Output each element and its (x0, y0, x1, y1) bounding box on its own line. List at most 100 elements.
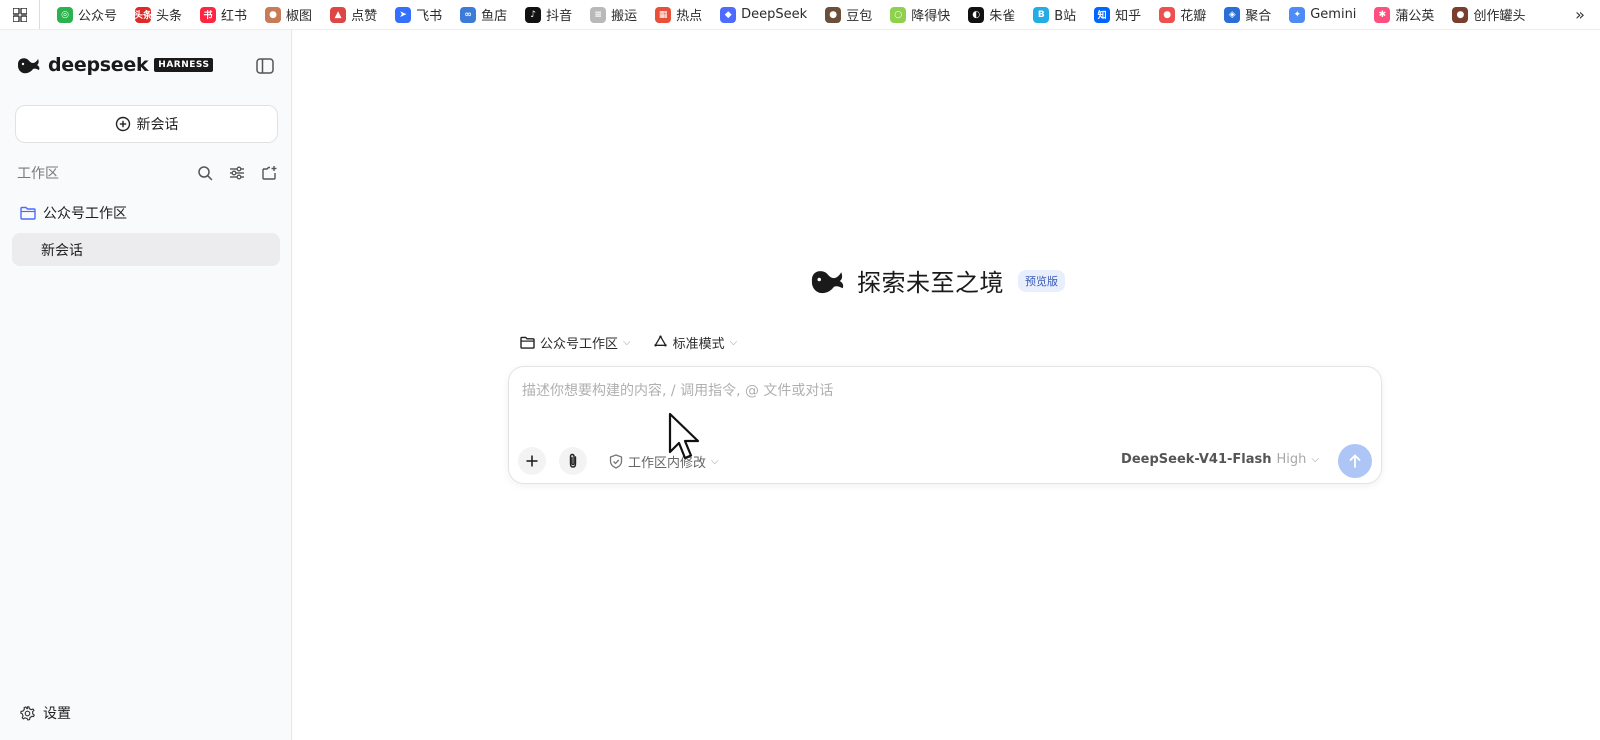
bookmark-favicon-icon: ● (265, 6, 282, 23)
bookmark-item[interactable]: ≡ 搬运 (581, 0, 646, 29)
bookmark-item[interactable]: ◈ 聚合 (1215, 0, 1280, 29)
folder-icon (20, 206, 36, 220)
bookmark-label: 头条 (156, 9, 183, 24)
chat-item-selected[interactable]: 新会话 (12, 233, 280, 266)
folder-label: 公众号工作区 (43, 206, 127, 222)
new-chat-button[interactable]: 新会话 (15, 105, 278, 143)
mode-selector[interactable]: 标准模式 ⌵ (653, 333, 738, 352)
bookmark-item[interactable]: ✱ 蒲公英 (1365, 0, 1443, 29)
plus-icon (526, 455, 538, 467)
bookmark-label: 蒲公英 (1395, 9, 1435, 24)
bookmark-item[interactable]: ● 创作罐头 (1443, 0, 1534, 29)
bookmark-favicon-icon: ∞ (460, 6, 477, 23)
whale-logo-icon (18, 58, 40, 74)
prompt-input[interactable] (522, 379, 1362, 403)
model-level: High (1276, 452, 1307, 467)
sidebar-toggle-icon[interactable] (254, 55, 276, 77)
bookmark-item[interactable]: ∞ 鱼店 (451, 0, 516, 29)
bookmark-item[interactable]: B B站 (1024, 0, 1085, 29)
brand-tag: HARNESS (154, 58, 214, 72)
bookmark-favicon-icon: ○ (890, 6, 907, 23)
filter-settings-icon[interactable] (227, 163, 247, 183)
new-folder-icon[interactable] (259, 163, 279, 183)
bookmark-item[interactable]: ● 椒图 (256, 0, 321, 29)
bookmark-item[interactable]: ♪ 抖音 (516, 0, 581, 29)
mouse-pointer-icon (668, 412, 700, 460)
bookmark-label: 朱雀 (989, 9, 1016, 24)
bookmark-item[interactable]: 知知乎 (1085, 0, 1150, 29)
bookmarks-more-icon[interactable]: » (1560, 0, 1600, 29)
attach-button[interactable] (559, 447, 587, 475)
composer-selectors: 公众号工作区 ⌵ 标准模式 ⌵ (520, 333, 737, 352)
bookmark-label: 抖音 (546, 9, 573, 24)
mode-selector-label: 标准模式 (672, 337, 725, 352)
bookmark-label: 豆包 (846, 9, 873, 24)
bookmark-favicon-icon: ♪ (525, 6, 542, 23)
bookmark-item[interactable]: ● 豆包 (816, 0, 881, 29)
bookmark-label: Gemini (1310, 7, 1357, 22)
workspace-selector-label: 公众号工作区 (540, 337, 619, 352)
apps-grid-icon[interactable] (0, 0, 40, 29)
bookmark-favicon-icon: ● (1159, 6, 1176, 23)
bookmark-label: 聚合 (1245, 9, 1272, 24)
permission-selector[interactable]: 工作区内修改 ⌵ (609, 452, 719, 471)
bookmark-favicon-icon: ◐ (968, 6, 985, 23)
shield-icon (609, 454, 623, 469)
new-chat-label: 新会话 (136, 117, 179, 133)
bookmark-label: 创作罐头 (1473, 9, 1526, 24)
settings-label: 设置 (43, 706, 71, 722)
bookmark-item[interactable]: ✦ Gemini (1280, 0, 1365, 29)
bookmark-label: 花瓣 (1180, 9, 1207, 24)
workspace-folder[interactable]: 公众号工作区 (20, 203, 127, 223)
hero-header: 探索未至之境 预览版 (809, 263, 1065, 298)
bookmark-label: 椒图 (286, 9, 313, 24)
bookmark-favicon-icon: ◈ (1224, 6, 1241, 23)
gear-icon (20, 705, 35, 721)
bookmark-favicon-icon: 知 (1094, 6, 1111, 23)
bookmark-list: ◎ 公众号 头条 头条书红书 ● 椒图 ▲ 点赞 ➤ 飞书 ∞ 鱼店 ♪ 抖音 ≡ 搬运 ▦ 热点 ◆ DeepSee… (40, 0, 1560, 29)
bookmark-label: 红书 (221, 9, 248, 24)
settings-button[interactable]: 设置 (19, 703, 71, 723)
bookmark-label: 降得快 (911, 9, 951, 24)
bookmark-favicon-icon: ● (825, 6, 842, 23)
send-button[interactable] (1338, 444, 1372, 478)
bookmark-item[interactable]: ▲ 点赞 (321, 0, 386, 29)
bookmark-favicon-icon: ◎ (57, 6, 73, 23)
arrow-up-icon (1349, 454, 1361, 468)
bookmark-label: 点赞 (351, 9, 378, 24)
bookmark-favicon-icon: B (1033, 6, 1050, 23)
bookmark-favicon-icon: ◆ (720, 6, 737, 23)
bookmarks-bar: ◎ 公众号 头条 头条书红书 ● 椒图 ▲ 点赞 ➤ 飞书 ∞ 鱼店 ♪ 抖音 ≡ 搬运 ▦ 热点 ◆ DeepSee… (0, 0, 1600, 30)
model-name: DeepSeek-V41-Flash (1121, 452, 1272, 467)
brand-name: deepseek (48, 54, 149, 76)
chevron-down-icon: ⌵ (711, 456, 719, 467)
bookmark-item[interactable]: 头条 头条 (126, 0, 191, 29)
bookmark-favicon-icon: 头条 (134, 6, 152, 23)
search-icon[interactable] (195, 163, 215, 183)
bookmark-favicon-icon: ▲ (330, 6, 347, 23)
model-selector[interactable]: DeepSeek-V41-Flash High ⌵ (1121, 452, 1319, 467)
bookmark-item[interactable]: ● 花瓣 (1150, 0, 1215, 29)
add-button[interactable] (518, 447, 546, 475)
bookmark-item[interactable]: ➤ 飞书 (386, 0, 451, 29)
bookmark-label: 热点 (676, 9, 703, 24)
bookmark-item[interactable]: ◆ DeepSeek (711, 0, 816, 29)
bookmark-label: 鱼店 (481, 9, 508, 24)
chevron-down-icon: ⌵ (729, 337, 738, 348)
bookmark-item[interactable]: ◐ 朱雀 (959, 0, 1024, 29)
bookmark-favicon-icon: ✱ (1374, 6, 1391, 23)
chat-item-label: 新会话 (41, 242, 83, 259)
bookmark-label: 公众号 (78, 9, 118, 24)
bookmark-item[interactable]: ○ 降得快 (881, 0, 959, 29)
bookmark-label: 搬运 (611, 9, 638, 24)
paperclip-icon (569, 453, 577, 468)
bookmark-item[interactable]: ◎ 公众号 (48, 0, 126, 29)
plus-circle-icon (115, 116, 130, 132)
workspace-selector[interactable]: 公众号工作区 ⌵ (520, 333, 631, 352)
bookmark-item[interactable]: 书红书 (191, 0, 256, 29)
bookmark-item[interactable]: ▦ 热点 (646, 0, 711, 29)
bookmark-favicon-icon: ✦ (1289, 6, 1306, 23)
chevron-down-icon: ⌵ (623, 337, 631, 348)
bookmark-favicon-icon: ➤ (395, 6, 412, 23)
workspace-header: 工作区 (17, 163, 279, 183)
